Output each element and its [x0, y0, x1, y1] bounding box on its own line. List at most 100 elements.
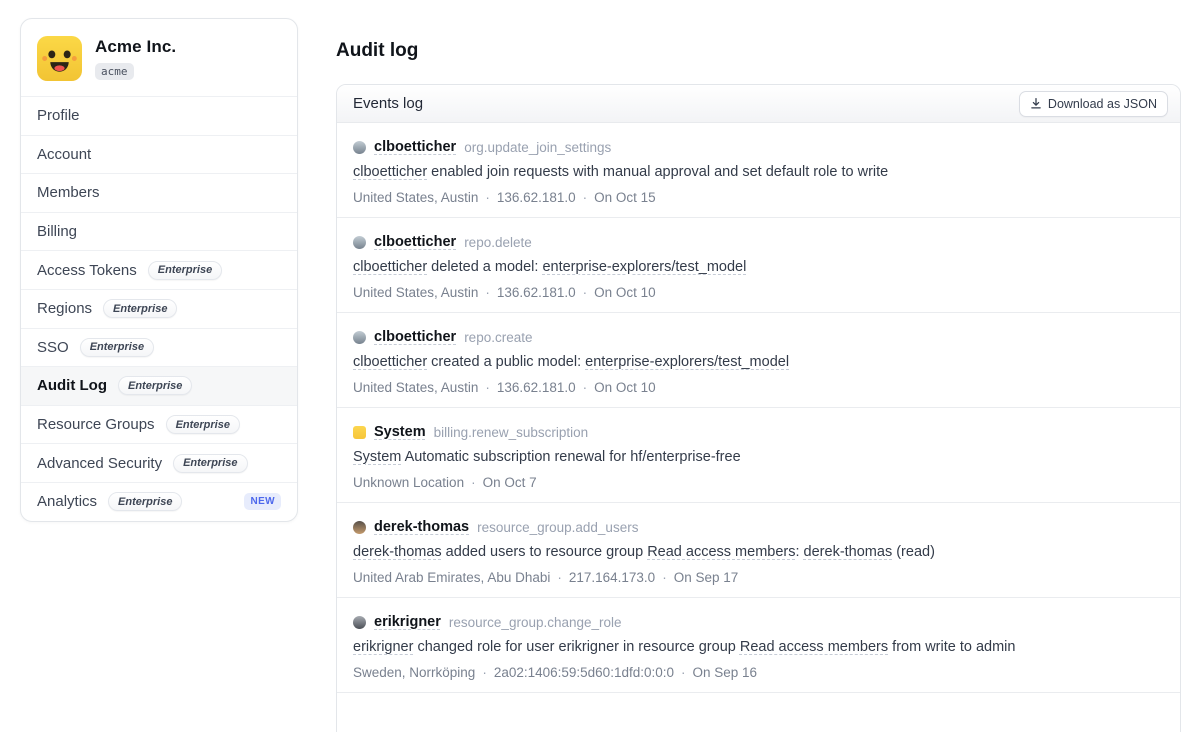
sidebar-item-regions[interactable]: Regions Enterprise — [21, 289, 297, 328]
event-header-line: clboetticher org.update_join_settings — [353, 139, 1164, 155]
org-meta: Acme Inc. acme — [95, 37, 176, 80]
event-link[interactable]: clboetticher — [353, 164, 427, 180]
event-link[interactable]: derek-thomas — [353, 544, 442, 560]
actor-username[interactable]: clboetticher — [374, 139, 456, 155]
event-description: clboetticher created a public model: ent… — [353, 353, 1164, 372]
event-link[interactable]: derek-thomas — [804, 544, 893, 560]
audit-event-row: System billing.renew_subscription System… — [337, 408, 1180, 503]
events-log-title: Events log — [353, 95, 423, 112]
event-meta: United States, Austin·136.62.181.0·On Oc… — [353, 285, 1164, 300]
actor-avatar[interactable] — [353, 141, 366, 154]
event-date: On Oct 10 — [594, 380, 656, 395]
event-text: from write to admin — [888, 639, 1015, 655]
event-header-line: clboetticher repo.create — [353, 329, 1164, 345]
event-location: Unknown Location — [353, 475, 464, 490]
audit-event-row: derek-thomas resource_group.add_users de… — [337, 503, 1180, 598]
event-text: created a public model: — [427, 354, 585, 370]
event-description: erikrigner changed role for user erikrig… — [353, 638, 1164, 657]
event-link[interactable]: Read access members — [647, 544, 795, 560]
actor-username[interactable]: clboetticher — [374, 329, 456, 345]
actor-username[interactable]: erikrigner — [374, 614, 441, 630]
event-link[interactable]: System — [353, 449, 401, 465]
sidebar-item-advanced-security[interactable]: Advanced Security Enterprise — [21, 443, 297, 482]
dot-separator: · — [557, 570, 562, 585]
download-json-button[interactable]: Download as JSON — [1019, 91, 1168, 117]
sidebar-item-label: Account — [37, 146, 91, 163]
dot-separator: · — [681, 665, 686, 680]
sidebar-item-audit-log[interactable]: Audit Log Enterprise — [21, 366, 297, 405]
event-link[interactable]: enterprise-explorers/test_model — [542, 259, 746, 275]
enterprise-badge: Enterprise — [80, 338, 154, 357]
event-description: clboetticher deleted a model: enterprise… — [353, 258, 1164, 277]
event-link[interactable]: enterprise-explorers/test_model — [585, 354, 789, 370]
event-action-type: billing.renew_subscription — [434, 425, 589, 440]
event-text: enabled join requests with manual approv… — [427, 164, 888, 180]
sidebar-item-resource-groups[interactable]: Resource Groups Enterprise — [21, 405, 297, 444]
event-text: added users to resource group — [442, 544, 648, 560]
dot-separator: · — [662, 570, 667, 585]
event-description: clboetticher enabled join requests with … — [353, 163, 1164, 182]
event-link[interactable]: erikrigner — [353, 639, 413, 655]
event-text: (read) — [892, 544, 935, 560]
event-text: deleted a model: — [427, 259, 542, 275]
event-link[interactable]: clboetticher — [353, 259, 427, 275]
sidebar-nav: Profile Account Members Billing Access T… — [21, 96, 297, 521]
sidebar-item-label: Profile — [37, 107, 80, 124]
event-text: Automatic subscription renewal for hf/en… — [401, 449, 740, 465]
actor-avatar[interactable] — [353, 521, 366, 534]
actor-avatar[interactable] — [353, 236, 366, 249]
sidebar-item-sso[interactable]: SSO Enterprise — [21, 328, 297, 367]
event-meta: Sweden, Norrköping · 2a02:1406:59:5d60:1df… — [353, 665, 1164, 680]
event-date: On Sep 16 — [693, 665, 758, 680]
new-badge: NEW — [244, 493, 281, 510]
sidebar-item-profile[interactable]: Profile — [21, 96, 297, 135]
dot-separator: · — [583, 380, 588, 395]
event-location: United States, Austin — [353, 380, 478, 395]
sidebar-item-analytics[interactable]: Analytics EnterpriseNEW — [21, 482, 297, 521]
actor-username[interactable]: System — [374, 424, 426, 440]
event-text: changed role for user erikrigner in reso… — [413, 639, 739, 655]
actor-avatar[interactable] — [353, 331, 366, 344]
sidebar-item-label: Resource Groups — [37, 416, 155, 433]
event-header-line: clboetticher repo.delete — [353, 234, 1164, 250]
events-log-panel: Events log Download as JSON clboetticher… — [336, 84, 1181, 732]
main-content: Audit log Events log Download as JSON cl… — [336, 0, 1181, 732]
event-action-type: resource_group.change_role — [449, 615, 622, 630]
sidebar-item-account[interactable]: Account — [21, 135, 297, 174]
event-text: : — [795, 544, 803, 560]
sidebar-item-billing[interactable]: Billing — [21, 212, 297, 251]
event-meta: United States, Austin · 136.62.181.0 · On Oc… — [353, 380, 1164, 395]
event-ip: 136.62.181.0 — [497, 380, 576, 395]
actor-avatar[interactable] — [353, 426, 366, 439]
smiley-avatar-icon — [37, 36, 82, 81]
org-settings-sidebar: Acme Inc. acme Profile Account Members B… — [20, 18, 298, 522]
actor-avatar[interactable] — [353, 616, 366, 629]
event-description: derek-thomas added users to resource gro… — [353, 543, 1164, 562]
events-log-header: Events log Download as JSON — [337, 85, 1180, 123]
event-meta: Unknown Location·On Oct 7 — [353, 475, 1164, 490]
sidebar-item-members[interactable]: Members — [21, 173, 297, 212]
sidebar-item-label: Regions — [37, 300, 92, 317]
audit-event-row: clboetticher org.update_join_settings cl… — [337, 123, 1180, 218]
event-link[interactable]: Read access members — [740, 639, 888, 655]
event-link[interactable]: clboetticher — [353, 354, 427, 370]
audit-event-row: clboetticher repo.create clboetticher cr… — [337, 313, 1180, 408]
sidebar-item-access-tokens[interactable]: Access Tokens Enterprise — [21, 250, 297, 289]
enterprise-badge: Enterprise — [173, 454, 247, 473]
dot-separator: · — [583, 190, 588, 205]
event-ip: 2a02:1406:59:5d60:1dfd:0:0:0 — [494, 665, 674, 680]
org-handle-badge: acme — [95, 63, 134, 80]
actor-username[interactable]: derek-thomas — [374, 519, 469, 535]
enterprise-badge: Enterprise — [118, 376, 192, 395]
org-avatar[interactable] — [37, 36, 82, 81]
events-list: clboetticher org.update_join_settings cl… — [337, 123, 1180, 693]
dot-separator: · — [485, 380, 490, 395]
event-header-line: derek-thomas resource_group.add_users — [353, 519, 1164, 535]
actor-username[interactable]: clboetticher — [374, 234, 456, 250]
event-location: Sweden, Norrköping — [353, 665, 475, 680]
event-date: On Sep 17 — [674, 570, 739, 585]
enterprise-badge: Enterprise — [148, 261, 222, 280]
sidebar-item-label: Members — [37, 184, 100, 201]
dot-separator: · — [583, 285, 588, 300]
dot-separator: · — [485, 190, 490, 205]
